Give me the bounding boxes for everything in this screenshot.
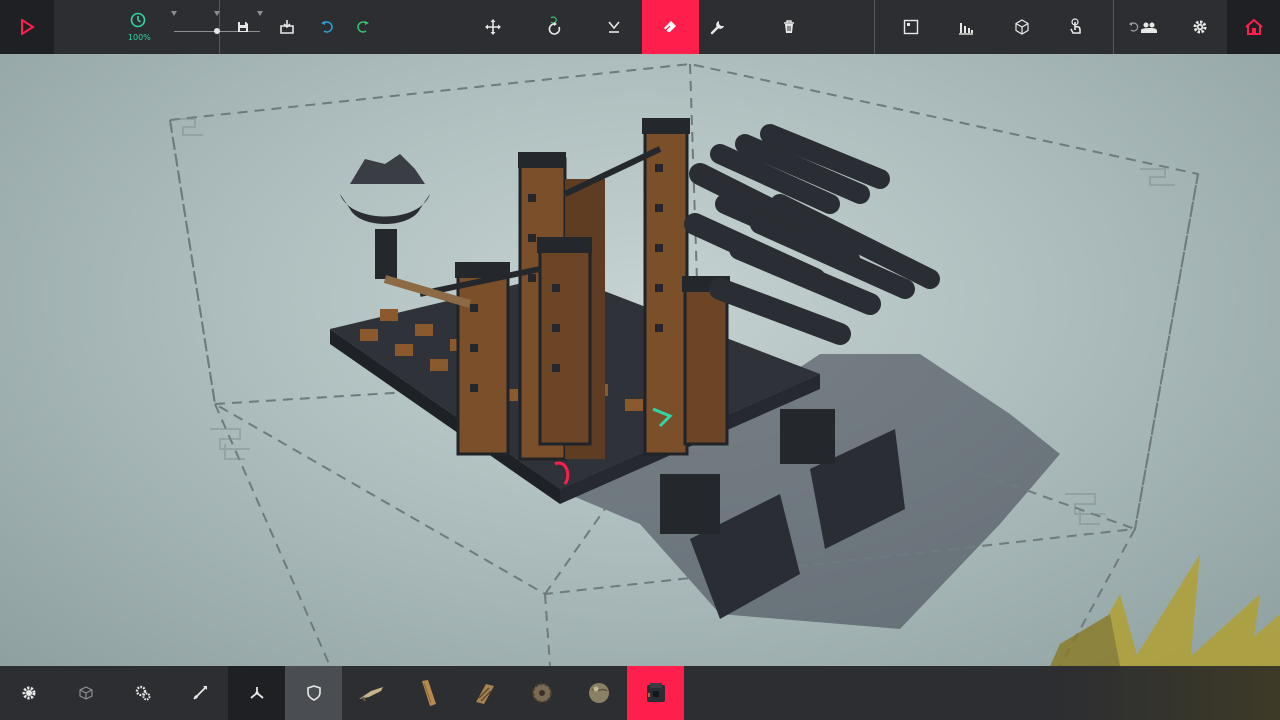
armour-plate-part-icon (475, 684, 494, 704)
stats-button[interactable] (948, 0, 985, 54)
trash-icon (784, 20, 795, 33)
category-mechanical[interactable] (114, 666, 171, 720)
load-icon (279, 20, 294, 34)
part-armour-block[interactable] (627, 666, 684, 720)
multiplayer-button[interactable] (1114, 0, 1172, 54)
translate-tool-button[interactable] (461, 0, 525, 54)
slider-marker (170, 11, 177, 16)
info-panel-button[interactable] (875, 0, 948, 54)
touch-icon (1070, 18, 1081, 34)
move-icon (484, 19, 501, 35)
part-spinning-block[interactable] (513, 666, 570, 720)
settings-button[interactable] (1172, 0, 1227, 54)
time-scale-value: 100% (127, 33, 151, 42)
stats-icon (959, 23, 974, 35)
machine-towers (419, 118, 730, 461)
cube-icon (78, 686, 93, 700)
build-viewport[interactable] (0, 54, 1280, 666)
info-panel-icon (904, 19, 919, 35)
catapult-bowl (340, 154, 472, 308)
shield-icon (306, 685, 321, 701)
foliage (1050, 554, 1280, 666)
part-armour-plate[interactable] (456, 666, 513, 720)
wrench-icon (710, 21, 724, 35)
part-wing[interactable] (342, 666, 399, 720)
time-scale-control: 100% (54, 0, 263, 54)
category-basic-blocks[interactable] (0, 666, 57, 720)
wrench-tool-button[interactable] (699, 0, 738, 54)
category-armour[interactable] (285, 666, 342, 720)
basic-block-icon (22, 686, 35, 700)
wing-part-icon (358, 687, 383, 702)
multiplayer-icon (1129, 22, 1158, 33)
flip-tool-button[interactable] (586, 0, 642, 54)
build-scene (168, 62, 1280, 666)
redo-icon (357, 21, 369, 33)
eraser-tool-button[interactable] (641, 0, 699, 54)
save-icon (237, 22, 248, 32)
weapon-icon (192, 686, 207, 700)
redo-button[interactable] (346, 0, 381, 54)
cube-view-icon (1015, 19, 1029, 35)
spinning-block-part-icon (531, 683, 552, 703)
armour-block-part-icon (646, 683, 665, 702)
plank-part-icon (421, 680, 436, 706)
clock-icon (130, 12, 146, 28)
cannon-array (684, 124, 940, 345)
ball-part-icon (588, 683, 609, 703)
slider-marker (213, 11, 220, 16)
view-mode-button[interactable] (985, 0, 1060, 54)
eraser-icon (664, 21, 677, 32)
delete-button[interactable] (737, 0, 841, 54)
load-button[interactable] (265, 0, 309, 54)
bottom-toolbar (0, 666, 1280, 720)
gear-icon (1193, 20, 1207, 34)
category-flight[interactable] (228, 666, 285, 720)
save-button[interactable] (220, 0, 264, 54)
category-blocks[interactable] (57, 666, 114, 720)
part-wooden-plank[interactable] (399, 666, 456, 720)
category-weaponry[interactable] (171, 666, 228, 720)
propeller-icon (249, 687, 264, 699)
undo-icon (321, 21, 333, 33)
rotate-tool-button[interactable] (525, 0, 587, 54)
touch-mode-button[interactable] (1060, 0, 1093, 54)
home-button[interactable] (1227, 0, 1280, 54)
rotate-icon (548, 16, 561, 35)
home-icon (1244, 19, 1263, 35)
gears-icon (135, 685, 150, 701)
undo-button[interactable] (309, 0, 346, 54)
part-ball[interactable] (570, 666, 627, 720)
time-scale-slider-knob[interactable] (213, 28, 220, 34)
flip-icon (608, 21, 620, 33)
play-button[interactable] (0, 0, 54, 54)
top-toolbar: 100% (0, 0, 1280, 54)
toolbar-fade (720, 666, 1280, 720)
play-icon (20, 19, 35, 35)
